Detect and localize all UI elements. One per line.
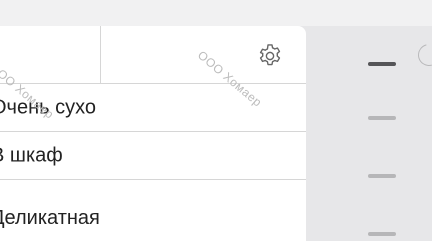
gear-icon[interactable]	[256, 42, 284, 70]
header-divider	[100, 26, 101, 83]
side-indicator[interactable]	[368, 174, 396, 178]
loading-arc-icon	[413, 39, 432, 71]
option-to-wardrobe[interactable]: В шкаф	[0, 132, 306, 180]
side-indicator-active[interactable]	[368, 62, 396, 66]
option-very-dry[interactable]: Очень сухо	[0, 84, 306, 132]
side-indicator[interactable]	[368, 116, 396, 120]
options-panel: Очень сухо В шкаф Деликатная ООО Хомаер …	[0, 26, 306, 241]
option-label: Деликатная	[0, 207, 100, 229]
option-label: В шкаф	[0, 144, 63, 166]
option-label: Очень сухо	[0, 96, 97, 118]
side-indicator[interactable]	[368, 232, 396, 236]
panel-header	[0, 26, 306, 84]
top-bar	[0, 0, 432, 26]
option-delicate[interactable]: Деликатная	[0, 180, 306, 241]
